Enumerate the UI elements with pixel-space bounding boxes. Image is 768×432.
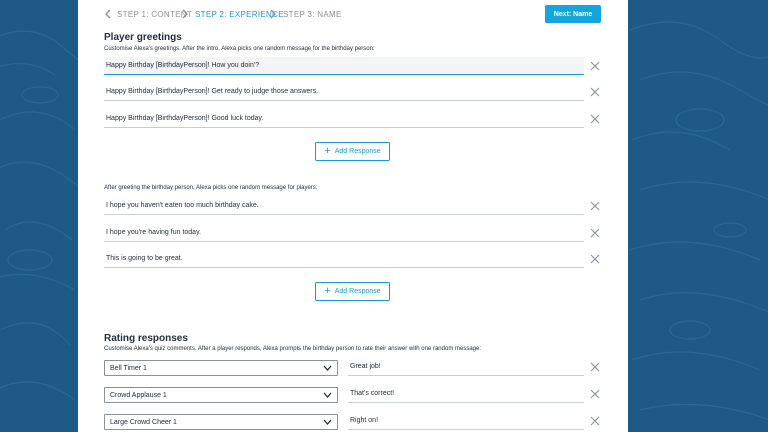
- sound-select[interactable]: Crowd Applause 1: [104, 387, 338, 403]
- player-greetings-description: After greeting the birthday person, Alex…: [104, 185, 318, 191]
- chevron-right-icon: [182, 9, 188, 19]
- player-message-input[interactable]: This is going to be great.: [104, 250, 584, 268]
- close-icon[interactable]: [590, 389, 600, 399]
- add-player-response-button[interactable]: + Add Response: [315, 282, 390, 301]
- birthday-message-input[interactable]: Happy Birthday [BirthdayPerson]! How you…: [104, 57, 584, 75]
- close-icon[interactable]: [590, 254, 600, 264]
- step-experience[interactable]: STEP 2: EXPERIENCE: [182, 9, 284, 19]
- next-button[interactable]: Next: Name: [545, 5, 601, 23]
- close-icon[interactable]: [590, 114, 600, 124]
- sound-select-value: Large Crowd Cheer 1: [110, 418, 177, 426]
- step-content[interactable]: STEP 1: CONTENT: [104, 9, 192, 19]
- close-icon[interactable]: [590, 87, 600, 97]
- plus-icon: +: [324, 145, 331, 157]
- rating-comment-input[interactable]: Right on!: [348, 412, 584, 430]
- step-name[interactable]: STEP 3: NAME: [270, 9, 342, 19]
- chevron-down-icon: [323, 419, 332, 425]
- chevron-down-icon: [323, 392, 332, 398]
- player-greetings-title: Player greetings: [104, 32, 182, 43]
- sound-select-value: Crowd Applause 1: [110, 391, 167, 399]
- close-icon[interactable]: [590, 362, 600, 372]
- sound-select-value: Bell Timer 1: [110, 364, 147, 372]
- skill-editor-panel: STEP 1: CONTENT STEP 2: EXPERIENCE STEP …: [78, 0, 628, 432]
- stepper: STEP 1: CONTENT STEP 2: EXPERIENCE STEP …: [78, 0, 628, 30]
- close-icon[interactable]: [590, 228, 600, 238]
- close-icon[interactable]: [590, 61, 600, 71]
- step-name-label: STEP 3: NAME: [283, 9, 342, 19]
- add-birthday-response-button[interactable]: + Add Response: [315, 142, 390, 161]
- chevron-down-icon: [323, 365, 332, 371]
- rating-responses-title: Rating responses: [104, 333, 188, 344]
- add-response-label: Add Response: [334, 288, 381, 295]
- plus-icon: +: [324, 285, 331, 297]
- rating-responses-description: Customise Alexa's quiz comments. After a…: [104, 346, 481, 352]
- rating-comment-input[interactable]: Great job!: [348, 358, 584, 376]
- sound-select[interactable]: Bell Timer 1: [104, 360, 338, 376]
- birthday-message-input[interactable]: Happy Birthday [BirthdayPerson]! Good lu…: [104, 110, 584, 128]
- rating-comment-input[interactable]: That's correct!: [348, 385, 584, 403]
- add-response-label: Add Response: [334, 148, 381, 155]
- sound-select[interactable]: Large Crowd Cheer 1: [104, 414, 338, 430]
- close-icon[interactable]: [590, 201, 600, 211]
- chevron-right-icon: [270, 9, 276, 19]
- birthday-greetings-description: Customise Alexa's greetings. After the i…: [104, 46, 375, 52]
- player-message-input[interactable]: I hope you haven't eaten too much birthd…: [104, 197, 584, 215]
- step-content-label: STEP 1: CONTENT: [117, 9, 193, 19]
- birthday-message-input[interactable]: Happy Birthday [BirthdayPerson]! Get rea…: [104, 83, 584, 101]
- close-icon[interactable]: [590, 416, 600, 426]
- player-message-input[interactable]: I hope you're having fun today.: [104, 224, 584, 242]
- chevron-left-icon: [105, 9, 111, 19]
